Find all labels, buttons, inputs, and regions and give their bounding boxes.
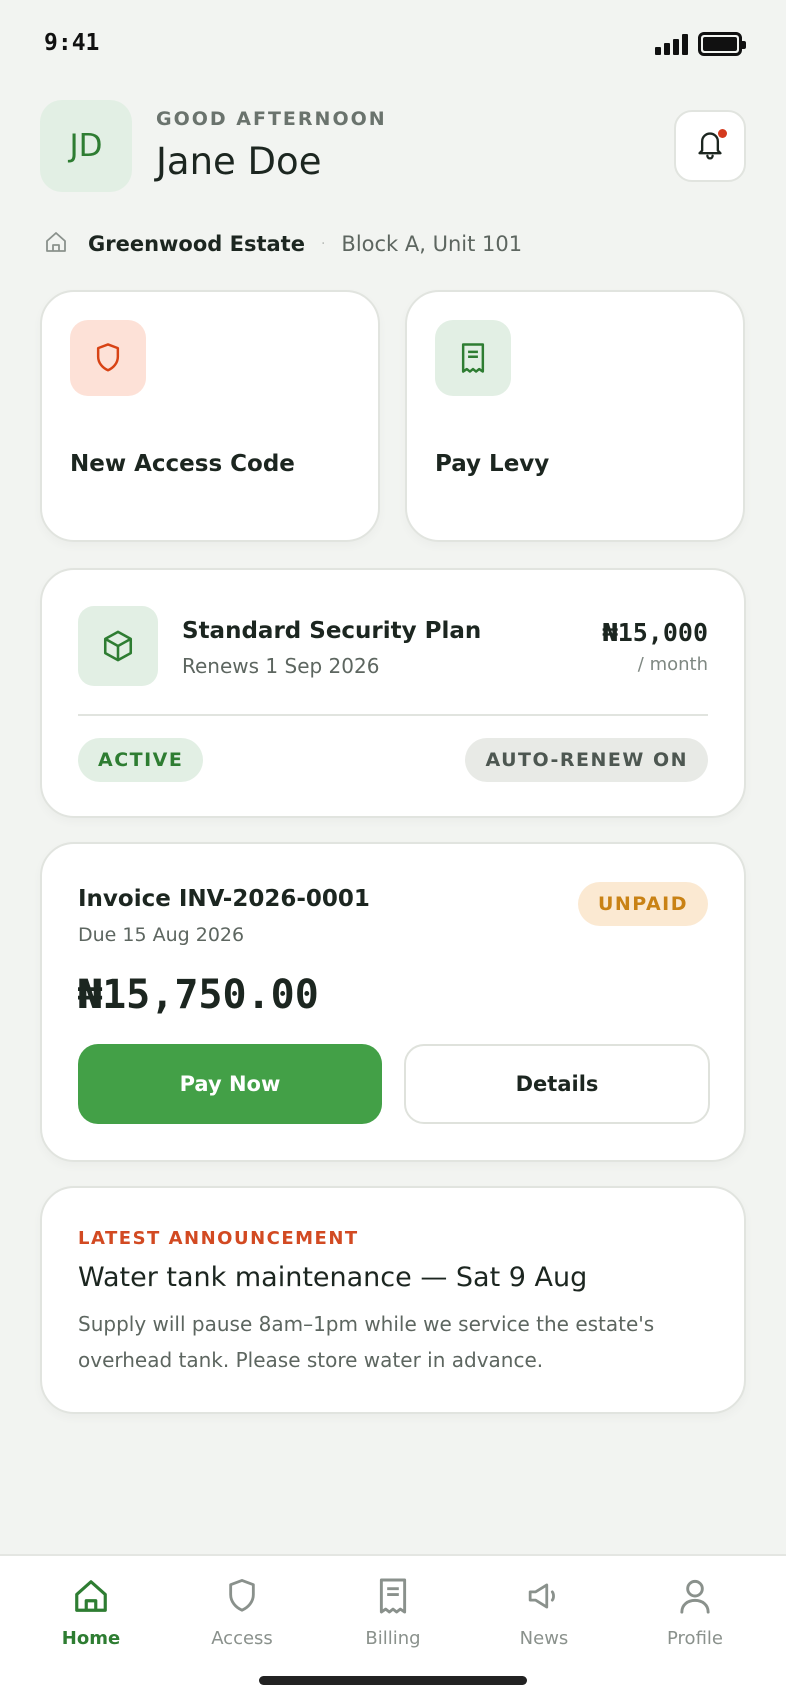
- pay-levy-label: Pay Levy: [435, 451, 550, 477]
- divider: [78, 714, 708, 716]
- estate-separator: ·: [320, 236, 326, 252]
- tab-label: Profile: [667, 1628, 723, 1649]
- new-access-code-label: New Access Code: [70, 451, 295, 477]
- tab-news[interactable]: News: [479, 1574, 609, 1664]
- plan-name: Standard Security Plan: [182, 618, 482, 644]
- new-access-code-card[interactable]: New Access Code: [40, 290, 380, 542]
- home-icon: [69, 1574, 113, 1618]
- estate-row: Greenwood Estate · Block A, Unit 101: [44, 228, 522, 260]
- tab-label: Access: [211, 1628, 273, 1649]
- tab-label: Home: [61, 1628, 121, 1649]
- tab-home[interactable]: Home: [26, 1574, 156, 1664]
- megaphone-icon: [522, 1574, 566, 1618]
- invoice-due-date: Due 15 Aug 2026: [78, 924, 245, 946]
- tab-access[interactable]: Access: [177, 1574, 307, 1664]
- auto-renew-badge[interactable]: AUTO-RENEW ON: [465, 738, 708, 782]
- header: JD GOOD AFTERNOON Jane Doe: [40, 100, 746, 192]
- tab-billing[interactable]: Billing: [328, 1574, 458, 1664]
- receipt-icon: [371, 1574, 415, 1618]
- person-icon: [673, 1574, 717, 1618]
- notification-dot: [718, 129, 727, 138]
- notifications-button[interactable]: [674, 110, 746, 182]
- avatar[interactable]: JD: [40, 100, 132, 192]
- subscription-plan-card[interactable]: Standard Security Plan Renews 1 Sep 2026…: [40, 568, 746, 818]
- invoice-title: Invoice INV-2026-0001: [78, 886, 370, 912]
- pay-levy-card[interactable]: Pay Levy: [405, 290, 745, 542]
- pay-now-button[interactable]: Pay Now: [78, 1044, 382, 1124]
- user-name: Jane Doe: [156, 140, 322, 183]
- status-time: 9:41: [44, 30, 100, 56]
- plan-renewal-date: Renews 1 Sep 2026: [182, 654, 380, 678]
- invoice-amount: ₦15,750.00: [78, 972, 319, 1018]
- tab-label: Billing: [365, 1628, 421, 1649]
- home-indicator: [259, 1676, 527, 1685]
- estate-name: Greenwood Estate: [88, 232, 305, 256]
- announcement-body: Supply will pause 8am–1pm while we servi…: [78, 1312, 655, 1372]
- details-button[interactable]: Details: [404, 1044, 710, 1124]
- announcement-title: Water tank maintenance — Sat 9 Aug: [78, 1262, 588, 1293]
- battery-icon: [698, 32, 746, 56]
- invoice-card: Invoice INV-2026-0001 Due 15 Aug 2026 UN…: [40, 842, 746, 1162]
- status-icons: [655, 32, 746, 56]
- shield-icon: [220, 1574, 264, 1618]
- shield-icon: [70, 320, 146, 396]
- announcement-label: LATEST ANNOUNCEMENT: [78, 1228, 359, 1249]
- plan-status-badge: ACTIVE: [78, 738, 204, 782]
- plan-period: / month: [637, 654, 708, 675]
- invoice-status-badge: UNPAID: [577, 882, 708, 926]
- tab-profile[interactable]: Profile: [630, 1574, 760, 1664]
- signal-icon: [655, 33, 688, 55]
- tab-label: News: [519, 1628, 569, 1649]
- box-icon: [78, 606, 158, 686]
- announcement-card[interactable]: LATEST ANNOUNCEMENT Water tank maintenan…: [40, 1186, 746, 1414]
- home-icon: [44, 230, 68, 258]
- greeting: GOOD AFTERNOON: [156, 108, 387, 130]
- receipt-icon: [435, 320, 511, 396]
- plan-price: ₦15,000: [602, 618, 708, 647]
- estate-unit: Block A, Unit 101: [341, 232, 523, 256]
- status-bar: 9:41: [0, 0, 786, 90]
